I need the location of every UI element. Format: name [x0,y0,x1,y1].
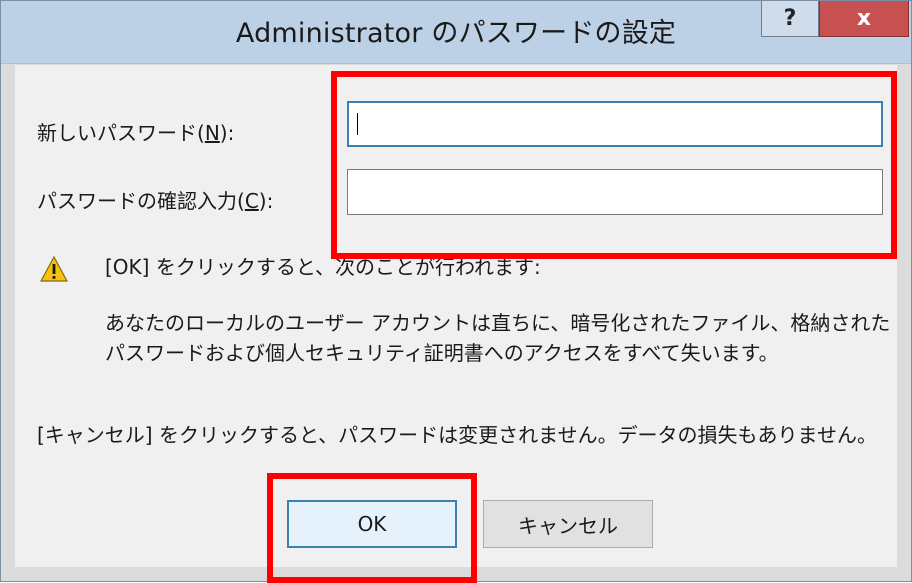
ok-button-highlight [267,473,477,583]
warning-icon [39,255,69,282]
cancel-info-text: [キャンセル] をクリックすると、パスワードは変更されません。データの損失もあり… [37,423,877,447]
password-dialog: Administrator のパスワードの設定 ? x 新しいパスワード(N):… [0,0,912,583]
consequence-line-1: あなたのローカルのユーザー アカウントは直ちに、暗号化されたファイル、格納された [105,311,891,335]
close-button[interactable]: x [819,1,909,37]
cancel-button[interactable]: キャンセル [483,500,653,548]
new-password-label: 新しいパスワード(N): [37,121,235,145]
close-icon: x [856,6,872,31]
help-icon: ? [783,6,797,31]
consequence-line-2: パスワードおよび個人セキュリティ証明書へのアクセスをすべて失います。 [105,341,779,365]
confirm-password-label: パスワードの確認入力(C): [37,189,274,213]
title-bar[interactable]: Administrator のパスワードの設定 ? x [1,1,911,64]
password-fields-highlight [331,71,897,259]
help-button[interactable]: ? [761,1,819,37]
